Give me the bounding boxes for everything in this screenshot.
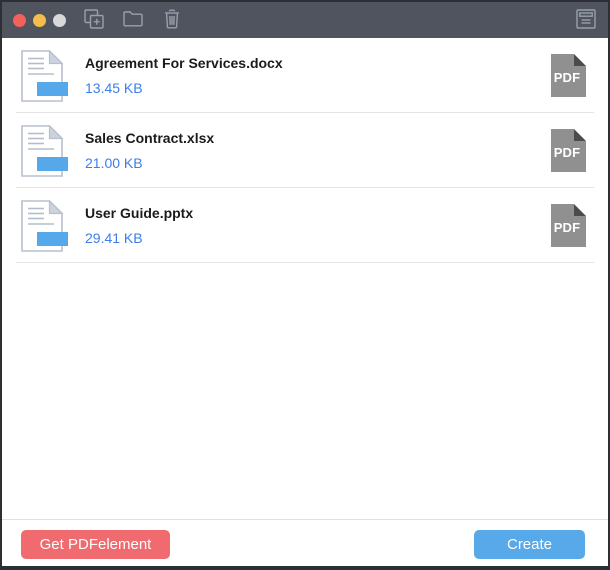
get-pdfelement-button[interactable]: Get PDFelement (21, 530, 170, 559)
file-size: 13.45 KB (85, 80, 143, 96)
document-icon (21, 124, 68, 177)
file-row[interactable]: Agreement For Services.docx 13.45 KB PDF (2, 38, 608, 113)
titlebar (2, 2, 608, 38)
file-size: 21.00 KB (85, 155, 143, 171)
pdf-output-badge: PDF (551, 204, 586, 247)
add-file-button[interactable] (84, 8, 104, 32)
file-name: User Guide.pptx (85, 205, 194, 221)
pdfelement-create-window: Agreement For Services.docx 13.45 KB PDF (0, 0, 610, 570)
pdf-badge-label: PDF (553, 145, 581, 160)
document-icon (21, 199, 68, 252)
close-button[interactable] (13, 13, 26, 27)
file-info: User Guide.pptx 29.41 KB (85, 205, 551, 246)
pdf-badge-label: PDF (553, 70, 581, 85)
pdf-badge-label: PDF (553, 220, 581, 235)
create-button[interactable]: Create (474, 530, 585, 559)
file-size: 29.41 KB (85, 230, 143, 246)
pdf-output-badge: PDF (551, 54, 586, 97)
file-row[interactable]: User Guide.pptx 29.41 KB PDF (2, 188, 608, 263)
file-info: Agreement For Services.docx 13.45 KB (85, 55, 551, 96)
pdf-output-badge: PDF (551, 129, 586, 172)
empty-area (2, 263, 608, 519)
open-folder-button[interactable] (123, 10, 143, 30)
document-icon (21, 49, 68, 102)
traffic-lights (13, 13, 66, 27)
file-list-icon (576, 8, 596, 32)
file-list: Agreement For Services.docx 13.45 KB PDF (2, 38, 608, 263)
file-row[interactable]: Sales Contract.xlsx 21.00 KB PDF (2, 113, 608, 188)
file-name: Agreement For Services.docx (85, 55, 283, 71)
zoom-button[interactable] (53, 13, 66, 27)
delete-button[interactable] (162, 9, 182, 32)
file-info: Sales Contract.xlsx 21.00 KB (85, 130, 551, 171)
file-name: Sales Contract.xlsx (85, 130, 215, 146)
delete-icon (163, 9, 181, 32)
file-list-button[interactable] (576, 8, 596, 32)
minimize-button[interactable] (33, 13, 46, 27)
footer-bar: Get PDFelement Create (2, 519, 608, 566)
open-folder-icon (123, 10, 143, 31)
add-file-icon (84, 8, 104, 32)
